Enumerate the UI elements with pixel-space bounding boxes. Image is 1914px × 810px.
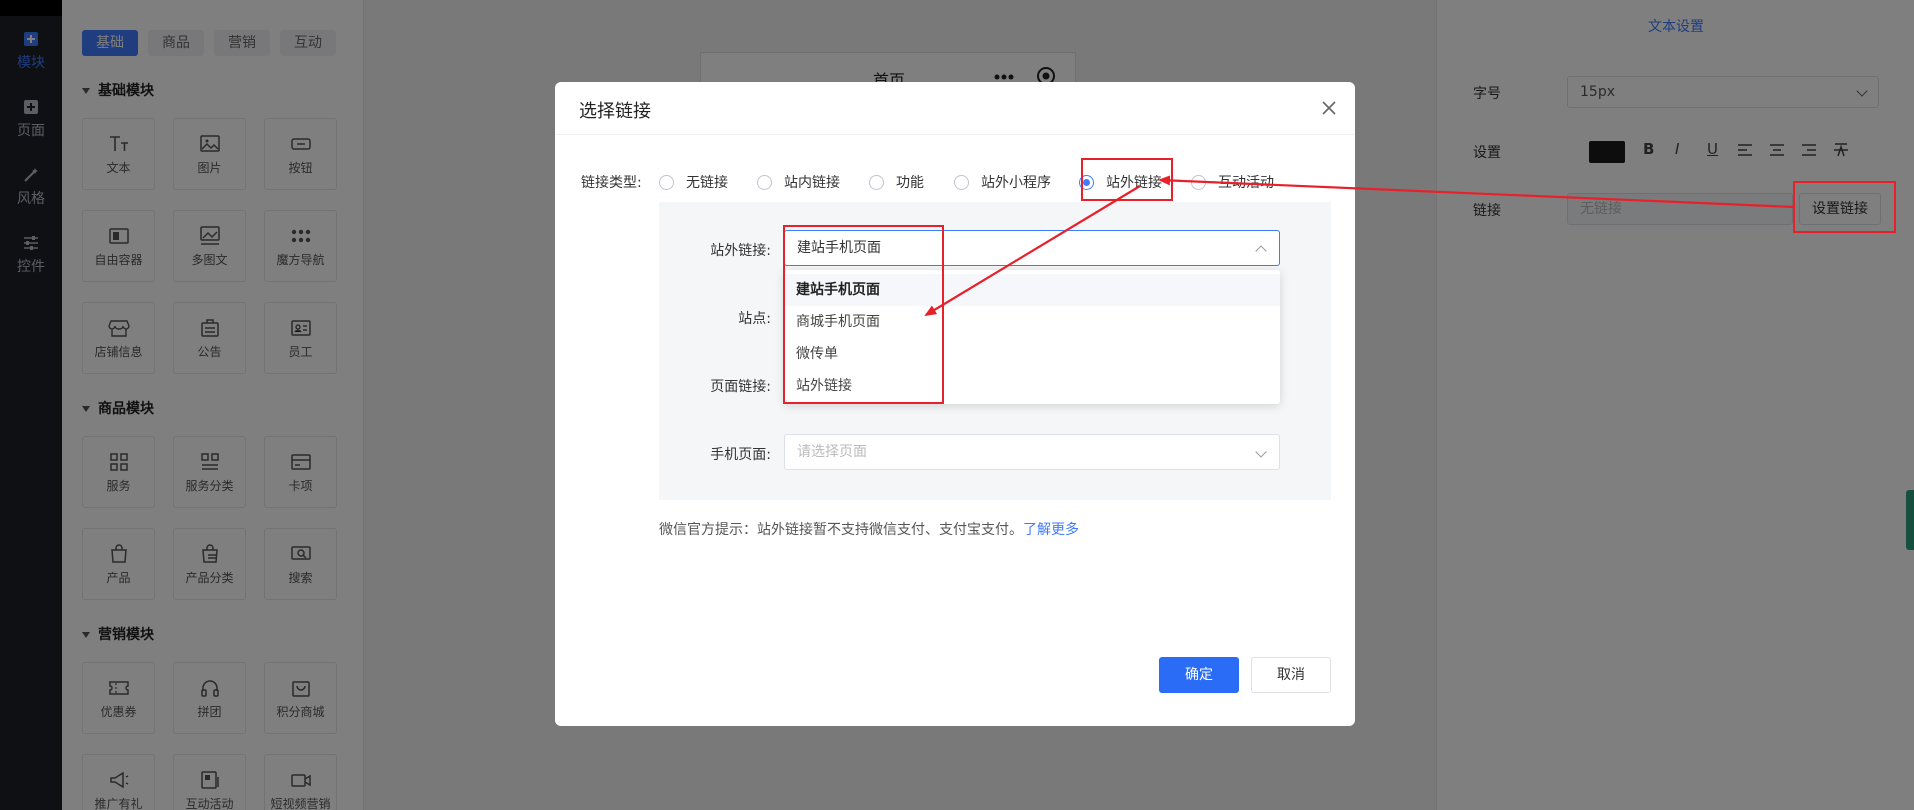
select-link-dialog: 选择链接 链接类型: 无链接 站内链接 功能 站外小程序 站外链接 互动活动 站… — [555, 82, 1355, 726]
radio-label: 功能 — [896, 175, 924, 191]
chevron-down-icon — [1255, 446, 1267, 458]
dropdown-option[interactable]: 商城手机页面 — [784, 306, 1280, 338]
confirm-button[interactable]: 确定 — [1159, 657, 1239, 693]
page-link-label: 页面链接: — [710, 379, 771, 395]
external-link-dropdown: 建站手机页面 商城手机页面 微传单 站外链接 — [784, 270, 1280, 404]
link-type-label: 链接类型: — [581, 175, 642, 191]
radio-internal-link[interactable]: 站内链接 — [757, 172, 840, 192]
mobile-page-placeholder: 请选择页面 — [797, 444, 867, 460]
external-link-value: 建站手机页面 — [797, 240, 881, 256]
cancel-button[interactable]: 取消 — [1251, 657, 1331, 693]
radio-circle — [954, 174, 969, 190]
dropdown-option[interactable]: 站外链接 — [784, 370, 1280, 402]
radio-circle — [1079, 174, 1094, 190]
radio-no-link[interactable]: 无链接 — [659, 172, 728, 192]
dropdown-option[interactable]: 微传单 — [784, 338, 1280, 370]
external-link-label: 站外链接: — [710, 243, 771, 259]
radio-circle — [659, 174, 674, 190]
tip-text: 微信官方提示：站外链接暂不支持微信支付、支付宝支付。 — [659, 522, 1023, 538]
close-icon[interactable] — [1321, 100, 1337, 116]
mobile-page-select[interactable]: 请选择页面 — [784, 434, 1280, 470]
radio-circle — [869, 174, 884, 190]
radio-circle — [757, 174, 772, 190]
site-label: 站点: — [738, 311, 771, 327]
radio-circle — [1191, 174, 1206, 190]
radio-function[interactable]: 功能 — [869, 172, 924, 192]
radio-label: 无链接 — [686, 175, 728, 191]
learn-more-link[interactable]: 了解更多 — [1023, 522, 1079, 538]
mobile-page-label: 手机页面: — [710, 447, 771, 463]
dropdown-option[interactable]: 建站手机页面 — [784, 274, 1280, 306]
radio-label: 互动活动 — [1218, 175, 1274, 191]
radio-label: 站外链接 — [1106, 175, 1162, 191]
chevron-up-icon — [1255, 245, 1267, 257]
radio-interactive-event[interactable]: 互动活动 — [1191, 172, 1274, 192]
wechat-tip: 微信官方提示：站外链接暂不支持微信支付、支付宝支付。了解更多 — [659, 519, 1079, 539]
radio-label: 站外小程序 — [981, 175, 1051, 191]
radio-external-link[interactable]: 站外链接 — [1079, 172, 1162, 192]
radio-external-miniprogram[interactable]: 站外小程序 — [954, 172, 1051, 192]
dialog-divider — [555, 134, 1355, 135]
external-link-select[interactable]: 建站手机页面 — [784, 230, 1280, 266]
dialog-title: 选择链接 — [579, 101, 651, 122]
radio-label: 站内链接 — [784, 175, 840, 191]
